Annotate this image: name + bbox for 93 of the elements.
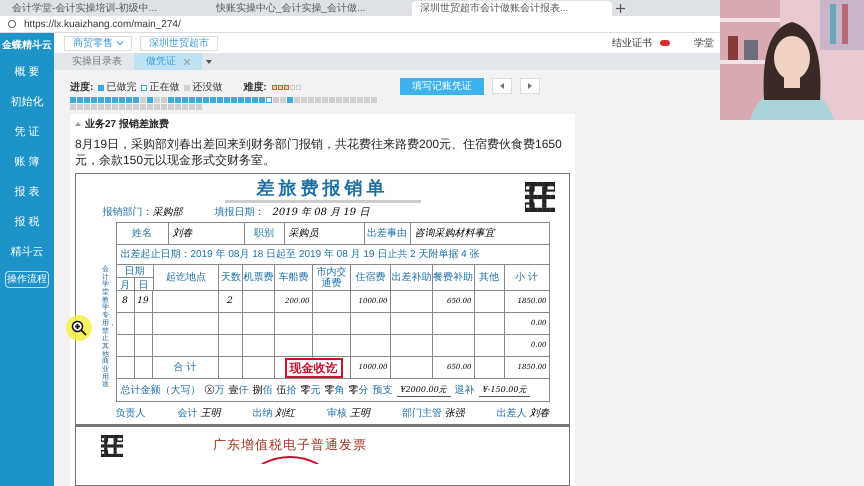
date-label: 填报日期：: [214, 206, 264, 220]
fill-voucher-button[interactable]: 填写记账凭证: [400, 78, 484, 95]
info-icon: [8, 20, 16, 28]
table-cell: 8: [116, 291, 134, 312]
qr-code-icon: [525, 182, 555, 212]
amount-digit: 伍拾: [276, 384, 296, 398]
task-title: 业务27 报销差旅费: [85, 118, 169, 132]
signer: 审核 王明: [327, 406, 370, 420]
refund-label: 退补: [454, 384, 475, 398]
browser-tab[interactable]: 深圳世贸超市会计做账会计报表...: [412, 1, 612, 16]
browser-tab[interactable]: 会计学堂-会计实操培训-初级中...: [4, 1, 204, 16]
sidebar-item[interactable]: 凭 证: [14, 117, 40, 147]
name-label: 姓名: [116, 223, 168, 244]
qr-code-icon: [101, 435, 123, 457]
chevron-down-icon: [117, 41, 123, 45]
legend-label: 还没做: [192, 81, 222, 95]
amount-digit: 壹仟: [228, 384, 248, 398]
sidebar-item[interactable]: 初始化: [10, 87, 44, 117]
total-label: 合 计: [152, 357, 218, 378]
column-header: 住宿费: [351, 265, 391, 290]
legend-label: 正在做: [149, 81, 180, 95]
cash-received-stamp: 现金收讫: [284, 358, 342, 378]
dept-label: 报销部门：: [102, 206, 152, 220]
column-header: 餐费补助: [432, 265, 475, 290]
column-header: 天数: [219, 265, 244, 290]
refund-value: ¥-150.00元: [478, 384, 530, 396]
collapse-icon[interactable]: [75, 122, 81, 126]
legend-swatch: [98, 84, 104, 90]
legend-swatch: [141, 84, 148, 90]
amount-digit: 零元: [300, 384, 320, 398]
signer: 负责人: [116, 406, 146, 420]
new-tab-icon[interactable]: [616, 4, 625, 13]
page-tab[interactable]: 实操目录表: [60, 53, 134, 70]
previous-button[interactable]: [492, 78, 512, 94]
column-header: 日: [138, 279, 150, 293]
sidebar-item[interactable]: 精斗云: [10, 237, 44, 267]
sidebar-item[interactable]: 概 要: [14, 57, 40, 87]
reason-label: 出差事由: [364, 223, 410, 244]
hot-icon: [660, 40, 670, 46]
task-description: 8月19日，采购部刘春出差回来到财务部门报销，共花费往来路费200元、住宿费伙食费1650元，余款150元以现金形式交财务室。: [75, 136, 563, 168]
position-value: 采购员: [284, 223, 364, 244]
column-header: 机票费: [243, 265, 276, 290]
signer: 部门主管 张强: [402, 406, 465, 420]
advance-value: ¥2000.00元: [396, 384, 451, 396]
page-tab[interactable]: 做凭证: [134, 53, 202, 70]
table-cell: 2: [218, 291, 242, 312]
form-title: 差旅费报销单: [224, 176, 420, 203]
column-header: 车船费: [275, 265, 314, 290]
workflow-button[interactable]: 操作流程: [5, 271, 49, 288]
column-header: 月: [116, 278, 134, 293]
left-arrow-icon: [500, 83, 504, 89]
logo: 金蝶精斗云: [2, 38, 52, 52]
reason-value: 咨询采购材料事宜: [414, 226, 496, 241]
advance-label: 预支: [372, 384, 392, 398]
signer: 出差人 刘春: [496, 406, 550, 420]
dept-value: 采购部: [152, 206, 182, 220]
url-field[interactable]: https://lx.kuaizhang.com/main_274/: [24, 16, 181, 32]
caret-icon[interactable]: [206, 60, 212, 64]
column-header: 出差补助: [390, 265, 433, 290]
legend-swatch: [184, 84, 190, 90]
amount-digit: 零角: [324, 384, 344, 398]
date-value: 2019 年 08 月 19 日: [272, 206, 370, 220]
certificate-link[interactable]: 结业证书: [612, 36, 652, 50]
column-header: 市内交通费: [313, 265, 351, 290]
amount-digit: 零分: [348, 384, 368, 398]
column-header: 起讫地点: [154, 265, 220, 290]
travel-period: 出差起止日期：2019 年 08月 18 日起至 2019 年 08 月 19 日止共 2 天附单据 4 张: [120, 248, 480, 262]
amount-digit: 捌佰: [252, 384, 272, 398]
difficulty-label: 难度:: [243, 80, 267, 95]
seal-icon: [260, 454, 320, 464]
column-header: 日期: [116, 265, 152, 278]
industry-dropdown[interactable]: 商贸零售: [64, 36, 132, 50]
zoom-in-icon: [71, 320, 87, 336]
legend-label: 已做完: [106, 80, 136, 95]
browser-tab[interactable]: 快账实操中心_会计实操_会计做...: [208, 1, 408, 16]
amount-label: 总计金额（大写）: [120, 384, 200, 398]
next-button[interactable]: [520, 78, 540, 94]
user-name[interactable]: 学堂: [694, 36, 714, 50]
sidebar-item[interactable]: 账 簿: [14, 147, 40, 177]
column-header: 其他: [474, 265, 505, 290]
sidebar-item[interactable]: 报 税: [14, 207, 40, 237]
invoice-title: 广东增值税电子普通发票: [213, 437, 367, 453]
signer: 出纳 刘红: [252, 406, 296, 420]
company-name: 深圳世贸超市: [140, 36, 218, 50]
sidebar-item[interactable]: 报 表: [14, 177, 40, 207]
right-arrow-icon: [528, 83, 532, 89]
signer: 会计 王明: [178, 406, 220, 420]
position-label: 职别: [244, 223, 284, 244]
table-cell: 19: [134, 291, 152, 312]
amount-digit: ⓧ万: [204, 384, 224, 398]
column-header: 小 计: [514, 270, 539, 285]
progress-label: 进度:: [70, 80, 94, 95]
name-value: 刘春: [168, 223, 244, 244]
